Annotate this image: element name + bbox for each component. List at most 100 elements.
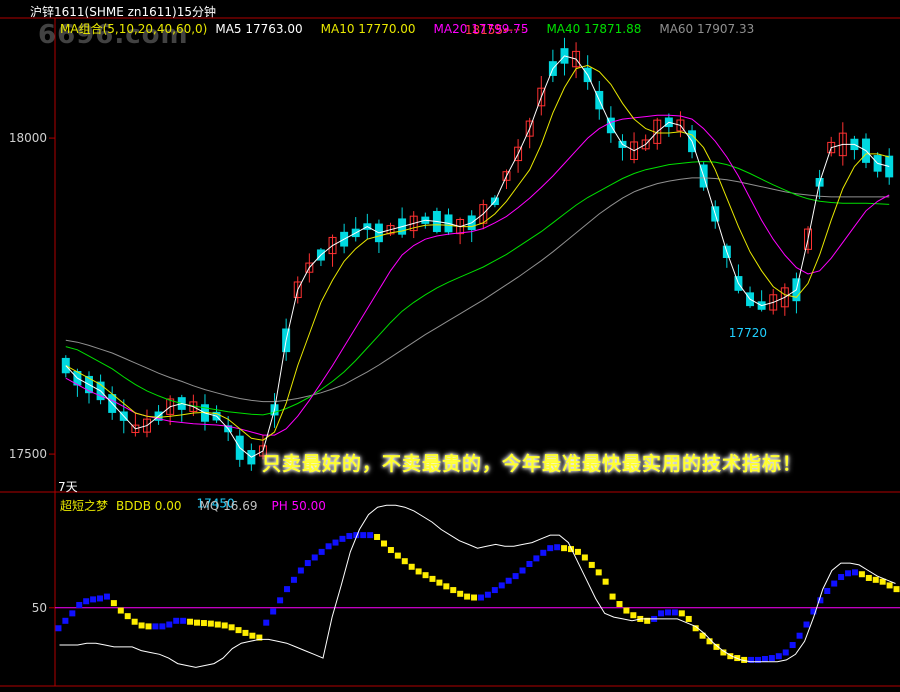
mq-block: [761, 655, 768, 662]
ind-y-tick-label-50: 50: [32, 601, 47, 615]
mq-block: [422, 572, 429, 579]
ma40-line: [65, 160, 890, 416]
mq-block: [678, 610, 685, 617]
legend-item-5: MA60 17907.33: [659, 22, 755, 36]
mq-block: [367, 532, 374, 539]
mq-block: [193, 619, 200, 626]
mq-block: [664, 609, 671, 616]
mq-block: [886, 582, 893, 589]
mq-block: [325, 543, 332, 550]
mq-block: [491, 587, 498, 594]
mq-block: [554, 544, 561, 551]
mq-block: [630, 612, 637, 619]
mq-block: [235, 627, 242, 634]
mq-block: [180, 617, 187, 624]
mq-block: [505, 577, 512, 584]
mq-block: [685, 615, 692, 622]
mq-block: [83, 598, 90, 605]
mq-block: [893, 586, 900, 593]
mq-block: [415, 568, 422, 575]
mq-block: [845, 570, 852, 577]
mq-block: [166, 621, 173, 628]
mq-block: [443, 583, 450, 590]
mq-block: [429, 575, 436, 582]
mq-block: [297, 567, 304, 574]
mq-block: [540, 549, 547, 556]
mq-block: [207, 620, 214, 627]
mq-block: [374, 533, 381, 540]
ma-legend: MA组合(5,10,20,40,60,0) MA5 17763.00 MA10 17…: [60, 20, 772, 36]
mq-block: [69, 610, 76, 617]
mq-block: [339, 535, 346, 542]
mq-block: [526, 560, 533, 567]
legend-item-4: MA40 17871.88: [546, 22, 642, 36]
mq-block: [457, 590, 464, 597]
mq-block: [97, 595, 104, 602]
mq-block: [152, 623, 159, 630]
mq-block: [824, 588, 831, 594]
mq-block: [796, 632, 803, 639]
mq-line: [59, 504, 896, 668]
mq-block: [803, 621, 810, 628]
mq-block: [221, 622, 228, 629]
mq-block: [318, 548, 325, 555]
mq-block: [519, 567, 526, 574]
mq-block: [387, 547, 394, 554]
kline-chart-svg: 175001800018155←····174501772050: [0, 17, 900, 687]
mq-block: [214, 621, 221, 628]
mq-block: [124, 613, 131, 620]
mq-block: [311, 554, 318, 561]
mq-block: [263, 619, 270, 626]
mq-block: [173, 617, 180, 624]
period-label: 7天: [58, 480, 78, 494]
mq-block: [851, 569, 858, 576]
y-tick-label-18000: 18000: [9, 131, 47, 145]
mq-block: [103, 593, 110, 600]
mq-block: [346, 533, 353, 540]
candle-body: [61, 357, 70, 374]
mq-block: [284, 586, 291, 593]
mq-block: [249, 632, 256, 639]
mq-block: [187, 618, 194, 625]
mq-block: [477, 594, 484, 601]
mq-block: [408, 563, 415, 570]
mq-block: [117, 607, 124, 614]
mq-block: [360, 532, 367, 539]
mq-block: [658, 610, 665, 617]
mq-block: [401, 558, 408, 565]
mq-block: [131, 618, 138, 625]
annotation-banner: 只卖最好的，不卖最贵的，今年最准最快最实用的技术指标！: [262, 453, 803, 475]
y-tick-label-17500: 17500: [9, 447, 47, 461]
legend-item-3: MA20 17799.75: [433, 22, 529, 36]
mq-block: [768, 655, 775, 662]
price-annotation-17720: 17720: [729, 326, 767, 340]
mq-block: [609, 593, 616, 600]
mq-block: [464, 593, 471, 600]
mq-block: [62, 617, 69, 624]
mq-block: [831, 580, 838, 587]
mq-block: [595, 569, 602, 576]
mq-block: [588, 561, 595, 568]
mq-block: [838, 574, 845, 581]
mq-block: [623, 607, 630, 614]
legend-item-1: BDDB 0.00: [116, 499, 182, 513]
mq-block: [574, 548, 581, 555]
mq-block: [789, 642, 796, 649]
mq-block: [561, 545, 568, 552]
indicator-legend: 超短之梦 BDDB 0.00 MQ 16.69 PH 50.00: [60, 497, 340, 513]
mq-block: [547, 545, 554, 552]
mq-block: [394, 552, 401, 559]
mq-block: [775, 653, 782, 660]
mq-block: [290, 576, 297, 583]
mq-block: [228, 624, 235, 631]
mq-block: [471, 594, 478, 601]
chart-window: 17500 18000 18155←···· 17450 17720 50 沪锌1611(…: [0, 0, 900, 692]
mq-block: [304, 560, 311, 567]
mq-block: [512, 573, 519, 580]
mq-block: [76, 601, 83, 608]
legend-item-1: MA5 17763.00: [215, 22, 303, 36]
mq-block: [90, 596, 97, 603]
mq-block: [858, 571, 865, 578]
mq-block: [159, 623, 166, 630]
mq-block: [55, 625, 62, 632]
